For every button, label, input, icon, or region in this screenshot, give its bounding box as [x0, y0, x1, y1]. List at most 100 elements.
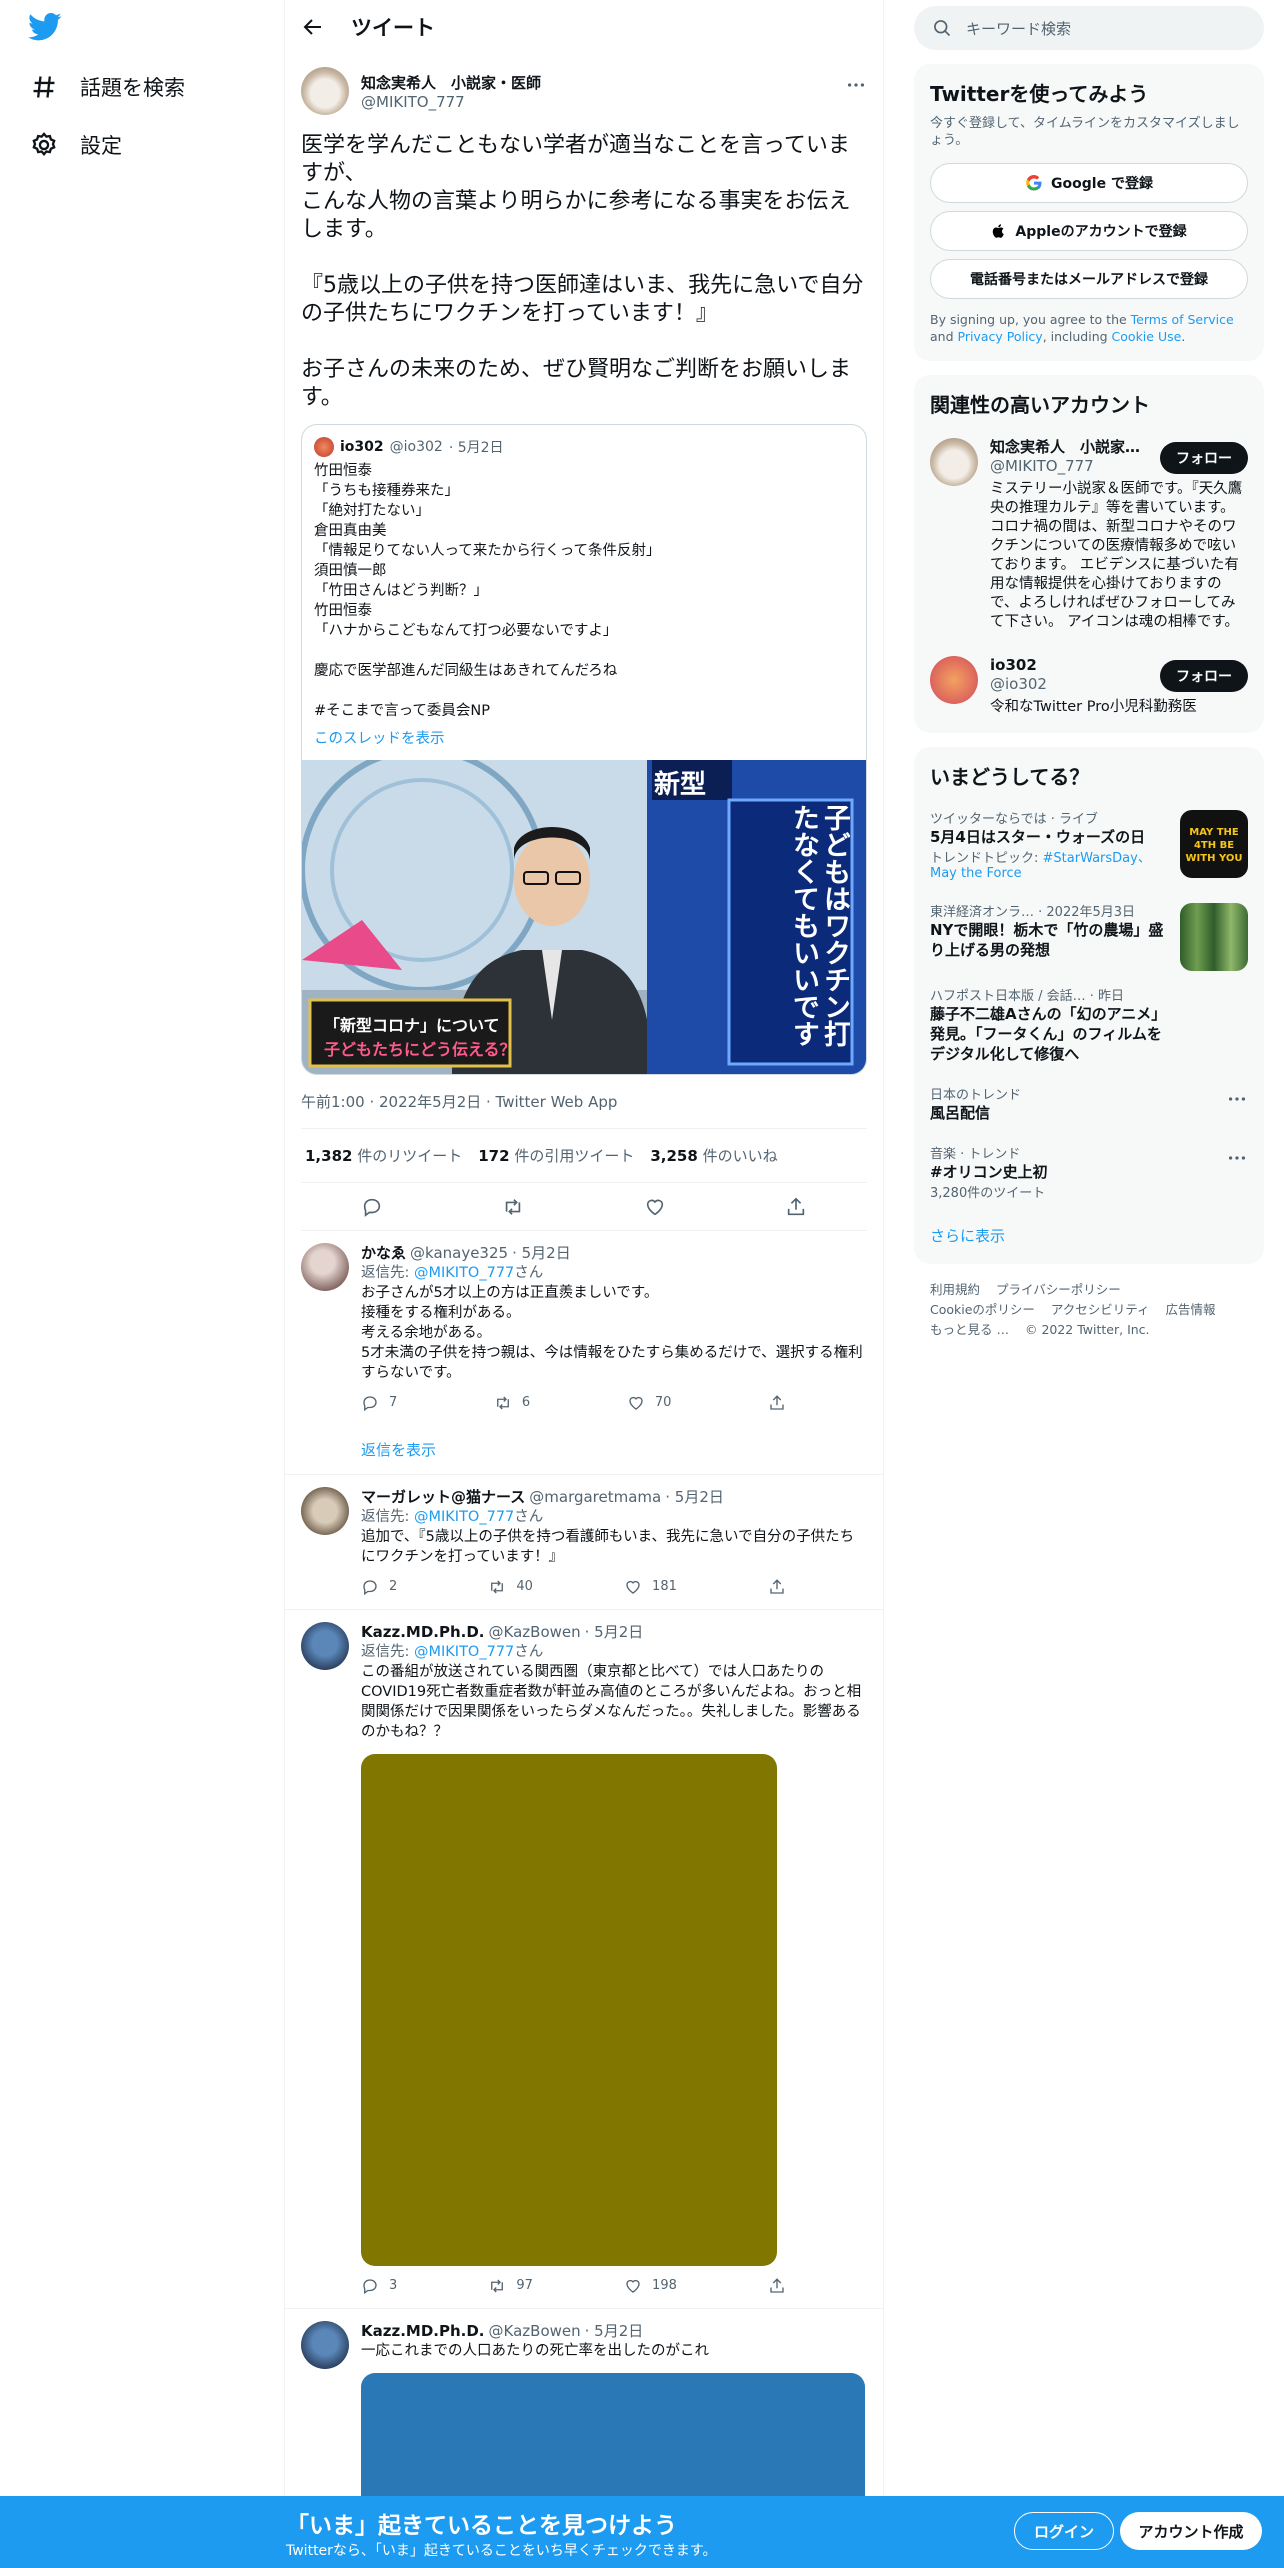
footer-link[interactable]: Cookieのポリシー: [930, 1302, 1035, 1317]
reply-author-handle[interactable]: @KazBowen: [489, 2321, 581, 2341]
avatar[interactable]: [301, 1243, 349, 1291]
share-button[interactable]: [768, 2276, 786, 2296]
retweet-button[interactable]: 97: [488, 2276, 533, 2296]
more-icon[interactable]: [1226, 1088, 1248, 1110]
footer-link[interactable]: もっと見る …: [930, 1322, 1009, 1337]
retweet-count[interactable]: 1,382 件のリツイート: [305, 1145, 462, 1166]
trend-item[interactable]: ツイッターならでは · ライブ 5月4日はスター・ウォーズの日 トレンドトピック…: [914, 798, 1264, 891]
like-count[interactable]: 3,258 件のいいね: [650, 1145, 777, 1166]
footer-link[interactable]: プライバシーポリシー: [996, 1282, 1121, 1297]
show-replies-link[interactable]: 返信を表示: [285, 1425, 883, 1475]
footer-link[interactable]: 広告情報: [1166, 1302, 1216, 1317]
replying-to-link[interactable]: @MIKITO_777: [414, 1265, 514, 1281]
avatar[interactable]: [930, 656, 978, 704]
trend-image: [1180, 903, 1248, 971]
signup-button[interactable]: アカウント作成: [1120, 2512, 1262, 2550]
retweet-button[interactable]: 40: [488, 1577, 533, 1597]
reply-date[interactable]: · 5月2日: [585, 1622, 644, 1642]
quote-image[interactable]: 新型 子どもはワクチン打たなくてもいいです 「新型コロナ」について 子どもたちに…: [302, 760, 866, 1074]
like-button[interactable]: 70: [627, 1393, 671, 1413]
trend-item[interactable]: 音楽 · トレンド #オリコン史上初 3,280件のツイート: [914, 1133, 1264, 1211]
tweet-author[interactable]: 知念実希人 小説家・医師 @MIKITO_777: [301, 66, 867, 116]
trend-meta: 音楽 · トレンド: [930, 1147, 1021, 1162]
account-bio: ミステリー小説家＆医師です。『天久鷹央の推理カルテ』等を書いています。 コロナ禍…: [990, 481, 1243, 630]
replying-to: 返信先: @MIKITO_777さん: [361, 1644, 544, 1660]
reply-author-handle[interactable]: @kanaye325: [410, 1243, 508, 1263]
nav-explore-label: 話題を検索: [80, 76, 185, 100]
follow-button[interactable]: フォロー: [1160, 660, 1248, 692]
like-button[interactable]: 181: [624, 1577, 677, 1597]
avatar[interactable]: [301, 1622, 349, 1670]
twitter-logo-icon[interactable]: [28, 12, 72, 46]
reply-tweet[interactable]: マーガレット@猫ナース @margaretmama · 5月2日 返信先: @M…: [285, 1475, 883, 1610]
more-icon[interactable]: [1226, 1147, 1248, 1169]
reply-button[interactable]: 3: [361, 2276, 397, 2296]
bottom-signup-bar: 「いま」起きていることを見つけよう Twitterなら、「いま」起きていることを…: [0, 2496, 1284, 2568]
quote-avatar: [314, 437, 334, 457]
reply-icon[interactable]: [361, 1196, 383, 1218]
author-name[interactable]: 知念実希人 小説家・医師: [361, 72, 541, 93]
show-more-link[interactable]: さらに表示: [914, 1211, 1264, 1264]
follow-button[interactable]: フォロー: [1160, 442, 1248, 474]
login-button[interactable]: ログイン: [1014, 2512, 1114, 2550]
retweet-button[interactable]: 6: [494, 1393, 530, 1413]
replying-to-link[interactable]: @MIKITO_777: [414, 1644, 514, 1660]
bottombar-sub: Twitterなら、「いま」起きていることをいち早くチェックできます。: [286, 2543, 717, 2559]
reply-date[interactable]: · 5月2日: [585, 2321, 644, 2341]
cookie-link[interactable]: Cookie Use: [1112, 329, 1182, 344]
reply-date[interactable]: · 5月2日: [665, 1487, 724, 1507]
related-accounts-title: 関連性の高いアカウント: [930, 393, 1150, 417]
trend-item[interactable]: 東洋経済オンラ… · 2022年5月3日 NYで開眼！栃木で「竹の農場」盛り上げ…: [914, 891, 1264, 975]
heart-icon[interactable]: [644, 1196, 666, 1218]
apple-signup-button[interactable]: Appleのアカウントで登録: [930, 211, 1248, 251]
account-card[interactable]: 知念実希人 小説家… @MIKITO_777 ミステリー小説家＆医師です。『天久…: [914, 426, 1264, 644]
reply-author-name[interactable]: マーガレット@猫ナース: [361, 1487, 525, 1507]
like-button[interactable]: 198: [624, 2276, 677, 2296]
reply-date[interactable]: · 5月2日: [512, 1243, 571, 1263]
reply-author-handle[interactable]: @KazBowen: [489, 1622, 581, 1642]
avatar[interactable]: [301, 67, 349, 115]
avatar[interactable]: [301, 1487, 349, 1535]
retweet-icon[interactable]: [502, 1196, 524, 1218]
footer-link[interactable]: アクセシビリティ: [1051, 1302, 1150, 1317]
search-input[interactable]: キーワード検索: [914, 6, 1264, 50]
reply-button[interactable]: 7: [361, 1393, 397, 1413]
replying-to-link[interactable]: @MIKITO_777: [414, 1509, 514, 1525]
footer-link[interactable]: 利用規約: [930, 1282, 980, 1297]
reply-author-name[interactable]: Kazz.MD.Ph.D.: [361, 1622, 485, 1642]
back-arrow-icon[interactable]: [301, 15, 325, 39]
terms-link[interactable]: Terms of Service: [1131, 312, 1234, 327]
reply-author-name[interactable]: かなゑ: [361, 1243, 406, 1263]
reply-text: お子さんが5才以上の方は正直羨ましいです。 接種をする権利がある。 考える余地が…: [361, 1285, 863, 1381]
show-thread-link[interactable]: このスレッドを表示: [302, 727, 866, 760]
nav-settings[interactable]: 設定: [30, 120, 122, 170]
more-icon[interactable]: [845, 74, 867, 96]
replying-to: 返信先: @MIKITO_777さん: [361, 1265, 544, 1281]
trend-name: NYで開眼！栃木で「竹の農場」盛り上げる男の発想: [930, 921, 1164, 959]
author-handle[interactable]: @MIKITO_777: [361, 93, 541, 111]
image-caption-bottom: 子どもたちにどう伝える？: [324, 1040, 516, 1059]
google-signup-button[interactable]: Google で登録: [930, 163, 1248, 203]
quote-count[interactable]: 172 件の引用ツイート: [478, 1145, 634, 1166]
phone-email-signup-button[interactable]: 電話番号またはメールアドレスで登録: [930, 259, 1248, 299]
trend-item[interactable]: 日本のトレンド 風呂配信: [914, 1074, 1264, 1133]
reply-image[interactable]: [361, 1754, 777, 2266]
share-button[interactable]: [768, 1577, 786, 1597]
privacy-link[interactable]: Privacy Policy: [958, 329, 1043, 344]
nav-explore[interactable]: 話題を検索: [30, 62, 185, 112]
share-icon[interactable]: [785, 1196, 807, 1218]
signup-panel: Twitterを使ってみよう 今すぐ登録して、タイムラインをカスタマイズしましょ…: [914, 64, 1264, 361]
reply-author-handle[interactable]: @margaretmama: [529, 1487, 661, 1507]
avatar[interactable]: [301, 2321, 349, 2369]
reply-tweet[interactable]: Kazz.MD.Ph.D. @KazBowen · 5月2日 返信先: @MIK…: [285, 1610, 883, 2309]
quoted-tweet[interactable]: io302 @io302 · 5月2日 竹田恒泰 「うちも接種券来た」 「絶対打…: [301, 424, 867, 1075]
reply-button[interactable]: 2: [361, 1577, 397, 1597]
tweet-timestamp[interactable]: 午前1:00 · 2022年5月2日 · Twitter Web App: [301, 1075, 867, 1129]
account-card[interactable]: io302 @io302 令和なTwitter Pro小児科勤務医 フォロー: [914, 644, 1264, 733]
avatar[interactable]: [930, 438, 978, 486]
reply-tweet[interactable]: かなゑ @kanaye325 · 5月2日 返信先: @MIKITO_777さん…: [285, 1231, 883, 1425]
apple-icon: [991, 222, 1007, 240]
reply-author-name[interactable]: Kazz.MD.Ph.D.: [361, 2321, 485, 2341]
share-button[interactable]: [768, 1393, 786, 1413]
trend-item[interactable]: ハフポスト日本版 / 会話… · 昨日 藤子不二雄Aさんの「幻のアニメ」発見。「…: [914, 975, 1264, 1074]
